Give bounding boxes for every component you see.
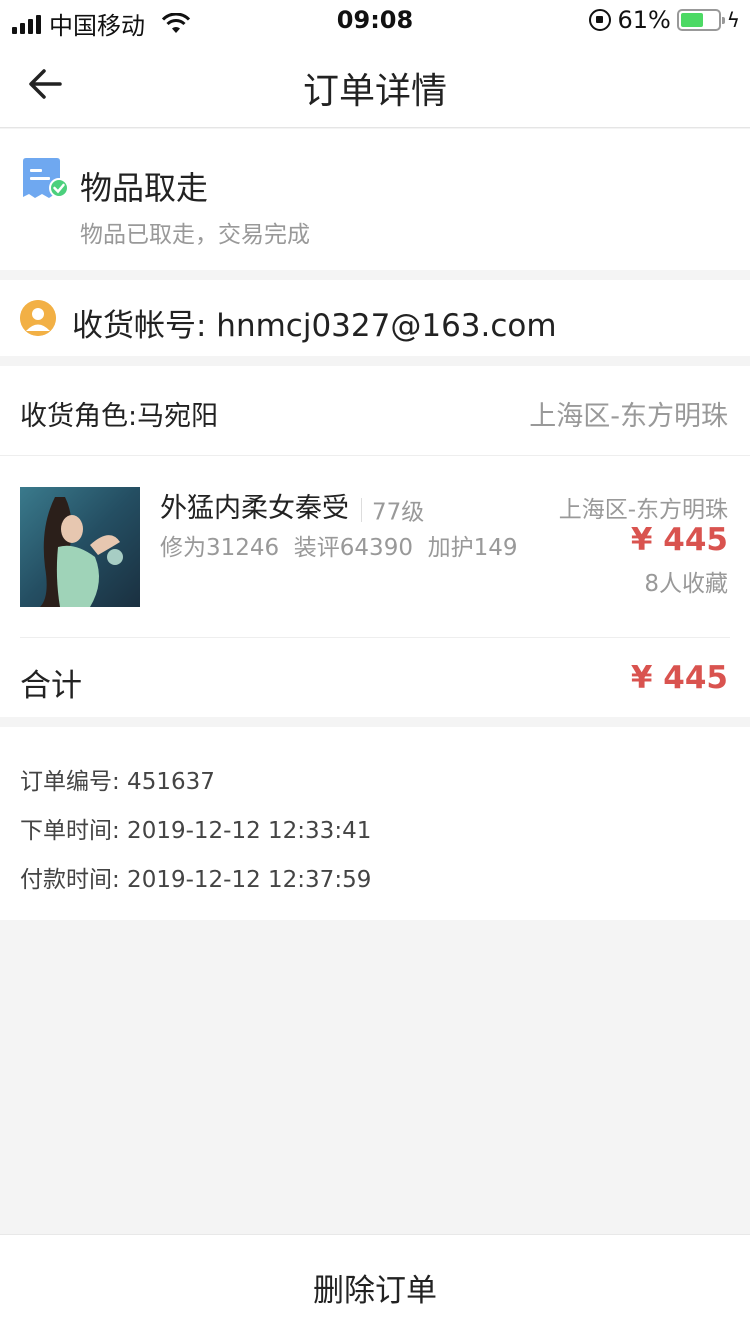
page-title: 订单详情 — [302, 71, 447, 112]
order-item[interactable]: 外猛内柔女秦受 77级 修为31246 装评64390 加护149 上海区-东方明… — [0, 456, 750, 638]
charging-icon: ϟ — [726, 8, 740, 32]
item-stats: 修为31246 装评64390 加护149 — [160, 535, 518, 561]
item-server: 上海区-东方明珠 — [558, 497, 728, 523]
order-info: 订单编号: 451637 下单时间: 2019-12-12 12:33:41 付… — [0, 727, 750, 920]
total-row: 合计 ¥ 445 — [20, 637, 730, 717]
receiver-account: 收货帐号: hnmcj0327@163.com — [72, 308, 557, 344]
receiver-role: 收货角色:马宛阳 — [20, 401, 219, 432]
item-price: ¥ 445 — [630, 522, 728, 558]
order-card: 收货角色:马宛阳 上海区-东方明珠 外猛内柔女秦受 77级 修为31246 装评6… — [0, 366, 750, 717]
divider — [361, 497, 362, 522]
status-subtitle: 物品已取走，交易完成 — [80, 222, 310, 248]
rotation-lock-icon — [589, 9, 612, 31]
status-right: 61% ϟ — [589, 6, 740, 34]
order-status-section: 物品取走 物品已取走，交易完成 — [0, 129, 750, 270]
status-title: 物品取走 — [80, 169, 209, 207]
receiver-server: 上海区-东方明珠 — [529, 401, 728, 432]
total-price: ¥ 445 — [630, 660, 728, 696]
total-label: 合计 — [20, 668, 82, 704]
item-name: 外猛内柔女秦受 — [160, 493, 349, 524]
order-number: 订单编号: 451637 — [20, 769, 215, 795]
delete-order-button[interactable]: 删除订单 — [0, 1265, 750, 1310]
order-time: 下单时间: 2019-12-12 12:33:41 — [20, 818, 372, 844]
battery-icon — [676, 9, 725, 31]
item-level: 77级 — [372, 499, 425, 526]
item-thumbnail — [20, 487, 140, 607]
footer-bar: 删除订单 — [0, 1234, 750, 1334]
payment-time: 付款时间: 2019-12-12 12:37:59 — [20, 867, 372, 893]
battery-percent: 61% — [617, 6, 671, 34]
receiver-role-row: 收货角色:马宛阳 上海区-东方明珠 — [0, 366, 750, 456]
item-favorites: 8人收藏 — [644, 571, 728, 597]
user-avatar-icon — [20, 300, 56, 336]
receiver-account-row: 收货帐号: hnmcj0327@163.com — [0, 280, 750, 356]
status-bar: 中国移动 09:08 61% ϟ — [0, 0, 750, 40]
nav-bar: 订单详情 — [0, 40, 750, 128]
item-title: 外猛内柔女秦受 77级 — [160, 486, 424, 527]
receipt-check-icon — [23, 158, 68, 198]
